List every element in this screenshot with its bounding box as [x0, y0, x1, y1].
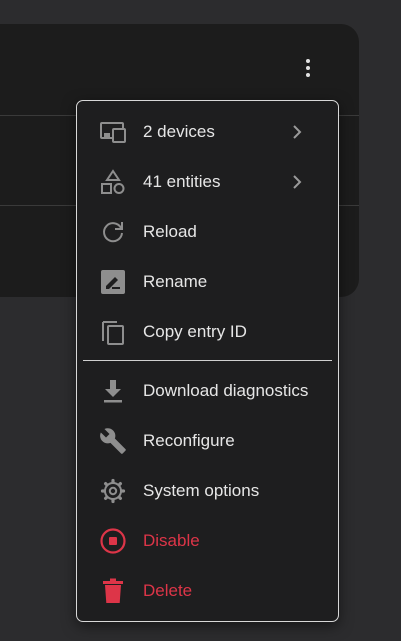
menu-item-label: Disable [143, 531, 200, 550]
copy-icon [99, 319, 127, 345]
trash-icon [99, 578, 127, 604]
menu-item-entities[interactable]: 41 entities [77, 157, 338, 207]
menu-item-label: System options [143, 481, 260, 500]
gear-icon [99, 478, 127, 504]
menu-item-download-diagnostics[interactable]: Download diagnostics [77, 366, 338, 416]
options-menu: 2 devices 41 entities Reload Rename Copy… [76, 100, 339, 622]
menu-item-system-options[interactable]: System options [77, 466, 338, 516]
menu-item-reconfigure[interactable]: Reconfigure [77, 416, 338, 466]
menu-item-disable[interactable]: Disable [77, 516, 338, 566]
stop-circle-icon [99, 528, 127, 554]
shapes-icon [99, 169, 127, 195]
menu-item-copy-entry-id[interactable]: Copy entry ID [77, 307, 338, 357]
menu-item-label: Delete [143, 581, 193, 600]
menu-divider [83, 360, 332, 361]
reload-icon [99, 219, 127, 245]
menu-item-label: Reload [143, 222, 197, 241]
menu-item-label: Copy entry ID [143, 322, 247, 341]
menu-item-label: 2 devices [143, 122, 215, 141]
rename-icon [99, 269, 127, 295]
menu-item-label: 41 entities [143, 172, 221, 191]
chevron-right-icon [293, 175, 302, 189]
menu-item-devices[interactable]: 2 devices [77, 107, 338, 157]
menu-item-label: Download diagnostics [143, 381, 309, 400]
download-icon [99, 378, 127, 404]
menu-item-delete[interactable]: Delete [77, 566, 338, 616]
chevron-right-icon [293, 125, 302, 139]
menu-item-rename[interactable]: Rename [77, 257, 338, 307]
wrench-icon [99, 428, 127, 454]
menu-item-label: Rename [143, 272, 208, 291]
menu-item-reload[interactable]: Reload [77, 207, 338, 257]
devices-icon [99, 119, 127, 145]
menu-item-label: Reconfigure [143, 431, 235, 450]
more-options-button[interactable] [298, 59, 318, 83]
